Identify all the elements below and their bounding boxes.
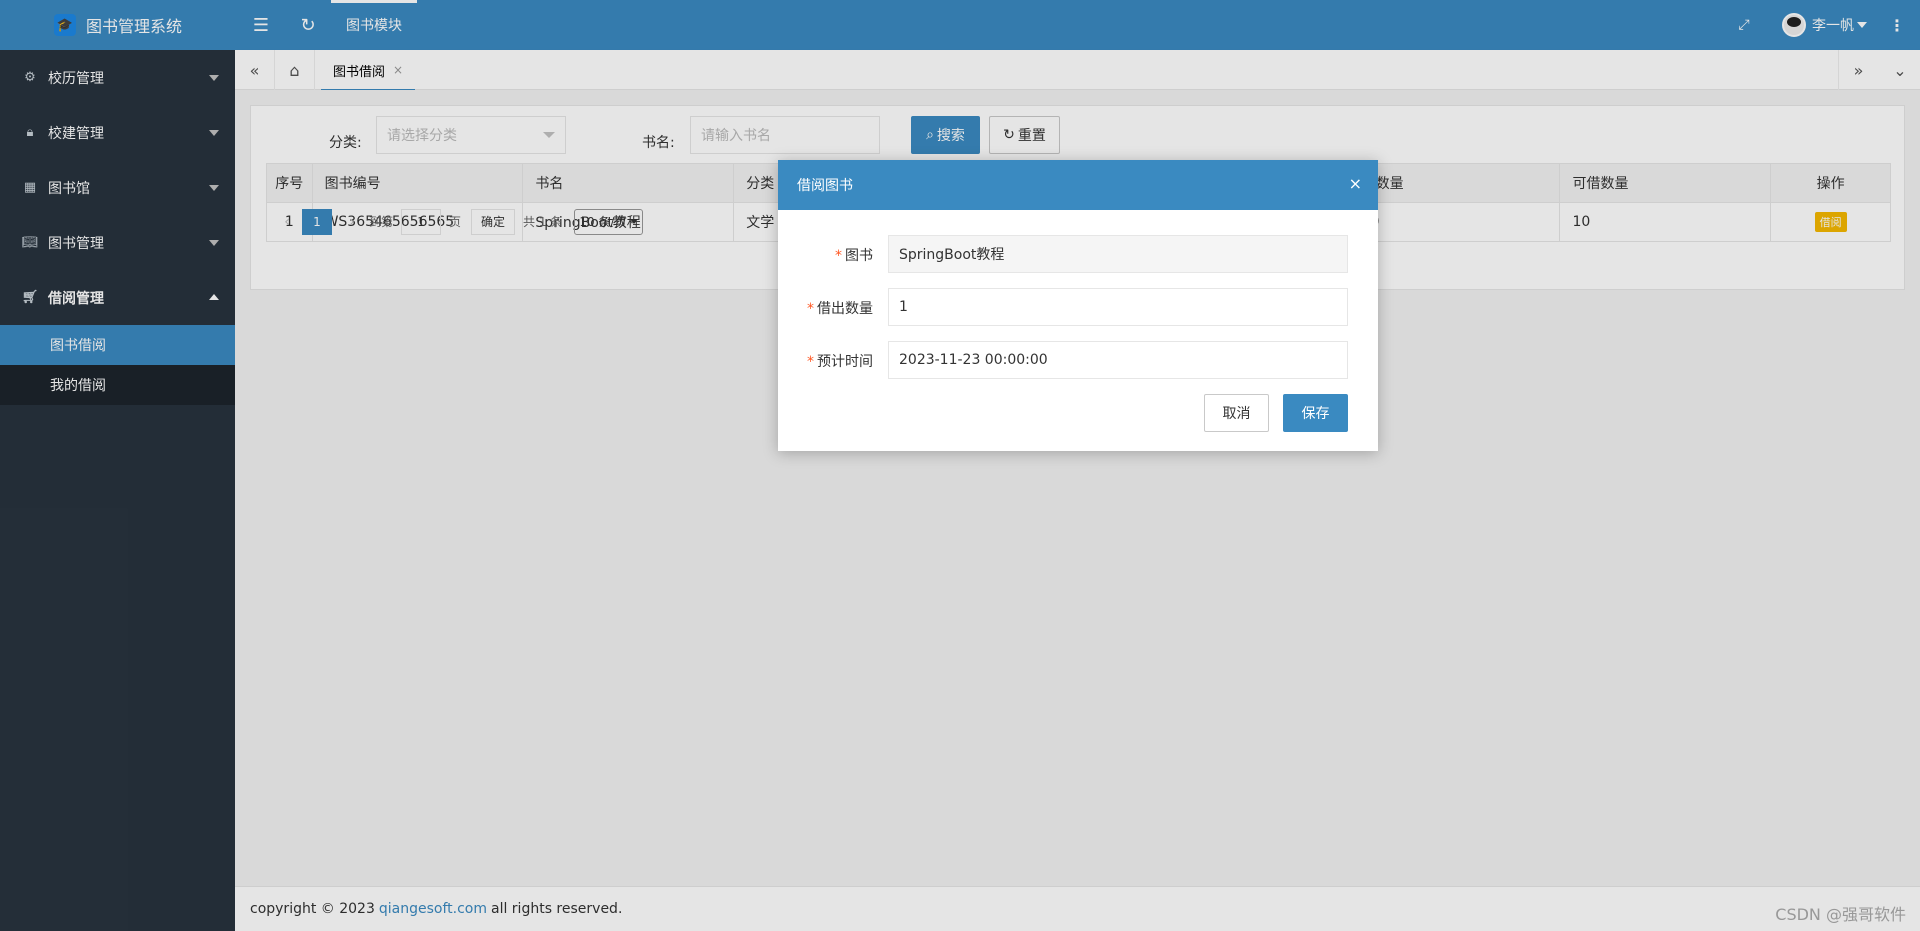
- save-button[interactable]: 保存: [1283, 394, 1348, 432]
- form-row-time: * 预计时间 2023-11-23 00:00:00: [778, 341, 1378, 379]
- field-label-text: 借出数量: [817, 301, 873, 317]
- field-label-text: 预计时间: [817, 354, 873, 370]
- required-mark: *: [835, 248, 842, 264]
- close-icon[interactable]: ×: [1349, 174, 1362, 193]
- field-label-quantity: * 借出数量: [778, 298, 873, 318]
- form-row-book: * 图书 SpringBoot教程: [778, 235, 1378, 273]
- cancel-button[interactable]: 取消: [1204, 394, 1269, 432]
- dialog-title: 借阅图书: [797, 178, 853, 194]
- required-mark: *: [807, 301, 814, 317]
- form-row-quantity: * 借出数量 1: [778, 288, 1378, 326]
- book-field[interactable]: SpringBoot教程: [888, 235, 1348, 273]
- field-label-book: * 图书: [778, 245, 873, 265]
- required-mark: *: [807, 354, 814, 370]
- field-label-text: 图书: [845, 248, 873, 264]
- borrow-dialog: 借阅图书 × * 图书 SpringBoot教程 * 借出数量 1 * 预计时间 20…: [778, 160, 1378, 451]
- quantity-field[interactable]: 1: [888, 288, 1348, 326]
- modal-overlay[interactable]: [0, 0, 1920, 931]
- expected-time-field[interactable]: 2023-11-23 00:00:00: [888, 341, 1348, 379]
- field-label-time: * 预计时间: [778, 351, 873, 371]
- dialog-header: 借阅图书 ×: [778, 160, 1378, 210]
